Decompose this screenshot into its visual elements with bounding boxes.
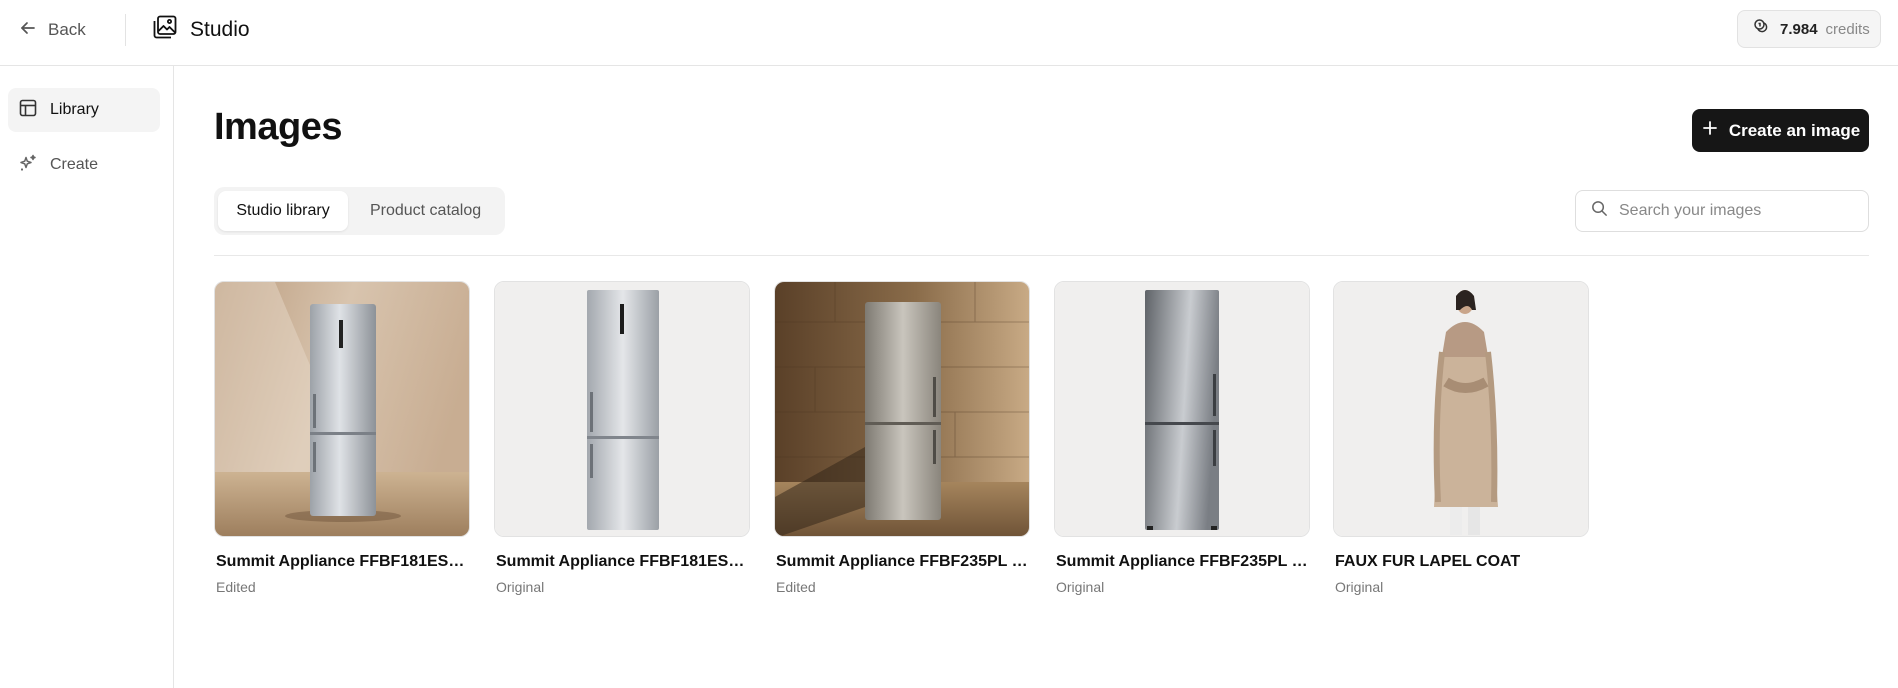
sidebar-item-label: Library <box>50 101 99 118</box>
image-title: Summit Appliance FFBF181ES2 2... <box>216 553 470 570</box>
image-card[interactable]: Summit Appliance FFBF235PL 2... Edited <box>774 281 1030 595</box>
image-status: Original <box>496 579 545 595</box>
credits-value: 7.984 <box>1780 20 1818 38</box>
search-input[interactable] <box>1619 202 1859 220</box>
image-status: Edited <box>776 579 816 595</box>
credits-badge[interactable]: 7.984 credits <box>1737 10 1881 48</box>
image-thumbnail <box>1333 281 1589 537</box>
image-card[interactable]: Summit Appliance FFBF235PL 2... Original <box>1054 281 1310 595</box>
image-thumbnail <box>1054 281 1310 537</box>
image-title: Summit Appliance FFBF181ES2 2... <box>496 553 750 570</box>
search-icon <box>1590 199 1609 223</box>
sidebar: Library Create <box>0 66 174 688</box>
image-status: Edited <box>216 579 256 595</box>
tab-product-catalog[interactable]: Product catalog <box>350 191 501 231</box>
plus-icon <box>1701 119 1719 142</box>
top-bar: Back Studio 7.984 credits <box>0 0 1898 66</box>
image-card[interactable]: Summit Appliance FFBF181ES2 2... Origina… <box>494 281 750 595</box>
image-card[interactable]: Summit Appliance FFBF181ES2 2... Edited <box>214 281 470 595</box>
sidebar-item-library[interactable]: Library <box>8 88 160 132</box>
back-label: Back <box>48 20 86 39</box>
image-title: Summit Appliance FFBF235PL 2... <box>776 553 1030 570</box>
page-title: Images <box>214 106 342 148</box>
coins-icon <box>1752 17 1772 41</box>
image-thumbnail <box>214 281 470 537</box>
tab-studio-library[interactable]: Studio library <box>218 191 349 231</box>
arrow-left-icon <box>18 18 38 43</box>
section-divider <box>214 255 1869 256</box>
create-image-label: Create an image <box>1728 120 1861 140</box>
image-thumbnail <box>774 281 1030 537</box>
credits-unit: credits <box>1825 20 1870 38</box>
sidebar-item-create[interactable]: Create <box>8 143 160 187</box>
app-title: Studio <box>190 18 250 41</box>
sidebar-item-label: Create <box>50 156 99 173</box>
image-thumbnail <box>494 281 750 537</box>
sparkles-icon <box>18 153 38 178</box>
image-title: FAUX FUR LAPEL COAT <box>1335 553 1521 570</box>
gallery-icon <box>152 14 178 46</box>
create-image-button[interactable]: Create an image <box>1692 109 1869 152</box>
search-box <box>1575 190 1869 232</box>
image-status: Original <box>1335 579 1384 595</box>
library-tabs: Studio library Product catalog <box>214 187 505 235</box>
back-button[interactable]: Back <box>18 16 86 44</box>
app-brand: Studio <box>152 14 250 46</box>
layout-icon <box>18 98 38 123</box>
image-status: Original <box>1056 579 1105 595</box>
header-divider <box>125 14 126 46</box>
image-title: Summit Appliance FFBF235PL 2... <box>1056 553 1310 570</box>
image-card[interactable]: FAUX FUR LAPEL COAT Original <box>1333 281 1589 595</box>
